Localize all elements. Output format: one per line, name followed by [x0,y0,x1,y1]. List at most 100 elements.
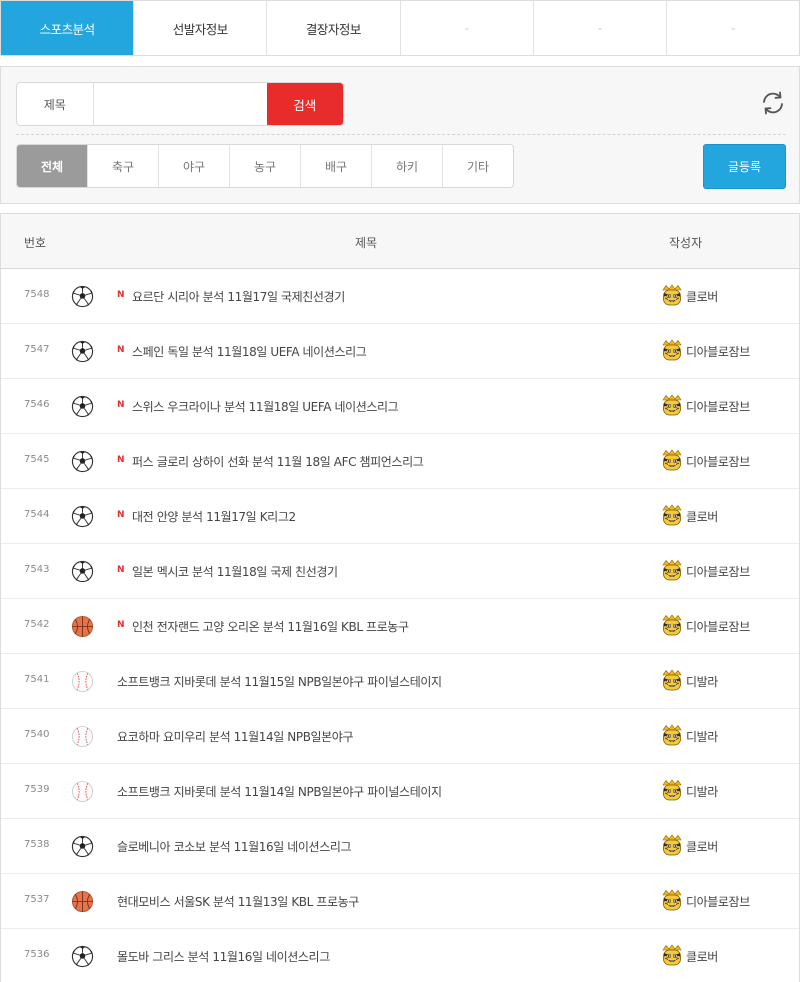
column-header-author: 작성자 [669,236,703,250]
author-avatar-icon [660,449,684,473]
post-title-link[interactable]: 스페인 독일 분석 11월18일 UEFA 네이션스리그 [132,343,367,360]
new-badge: N [117,620,125,630]
post-title-link[interactable]: 인천 전자랜드 고양 오리온 분석 11월16일 KBL 프로농구 [132,618,409,635]
post-author[interactable]: 디아블로잠브 [686,563,750,580]
category-other[interactable]: 기타 [443,145,513,187]
table-row[interactable]: 7537 현대모비스 서울SK 분석 11월13일 KBL 프로농구 디아블로잠브 [1,874,799,929]
post-title-link[interactable]: 요르단 시리아 분석 11월17일 국제친선경기 [132,288,345,305]
search-input[interactable] [93,83,267,125]
post-author[interactable]: 디아블로잠브 [686,893,750,910]
post-title-link[interactable]: 대전 안양 분석 11월17일 K리그2 [132,508,296,525]
category-all[interactable]: 전체 [17,145,88,187]
table-row[interactable]: 7541 소프트뱅크 지바롯데 분석 11월15일 NPB일본야구 파이널스테이지… [1,654,799,709]
soccer-ball-icon [71,835,94,858]
category-baseball[interactable]: 야구 [159,145,230,187]
table-row[interactable]: 7545 N 퍼스 글로리 상하이 선화 분석 11월 18일 AFC 챔피언스리그… [1,434,799,489]
search-panel: 제목 검색 전체 축구 야구 농구 배구 하키 기타 글등록 [0,66,800,204]
soccer-ball-icon [71,505,94,528]
table-row[interactable]: 7539 소프트뱅크 지바롯데 분석 11월14일 NPB일본야구 파이널스테이지… [1,764,799,819]
table-row[interactable]: 7544 N 대전 안양 분석 11월17일 K리그2 클로버 [1,489,799,544]
soccer-ball-icon [71,450,94,473]
basketball-ball-icon [71,890,94,913]
post-author[interactable]: 클로버 [686,288,718,305]
divider [16,134,786,135]
author-avatar-icon [660,889,684,913]
category-volleyball[interactable]: 배구 [301,145,372,187]
post-title-link[interactable]: 소프트뱅크 지바롯데 분석 11월14일 NPB일본야구 파이널스테이지 [117,783,442,800]
author-avatar-icon [660,614,684,638]
post-number: 7546 [24,399,50,410]
post-author[interactable]: 디발라 [686,673,718,690]
column-header-title: 제목 [355,236,378,250]
post-title-link[interactable]: 슬로베니아 코소보 분석 11월16일 네이션스리그 [117,838,352,855]
table-row[interactable]: 7543 N 일본 멕시코 분석 11월18일 국제 친선경기 디아블로잠브 [1,544,799,599]
post-title-link[interactable]: 퍼스 글로리 상하이 선화 분석 11월 18일 AFC 챔피언스리그 [132,453,424,470]
post-number: 7539 [24,784,50,795]
author-avatar-icon [660,394,684,418]
post-title-link[interactable]: 몰도바 그리스 분석 11월16일 네이션스리그 [117,948,330,965]
tab-sports-analysis[interactable]: 스포츠분석 [1,1,135,55]
post-author[interactable]: 디아블로잠브 [686,618,750,635]
post-author[interactable]: 디발라 [686,783,718,800]
table-row[interactable]: 7546 N 스위스 우크라이나 분석 11월18일 UEFA 네이션스리그 디아블로… [1,379,799,434]
new-badge: N [117,565,125,575]
post-list-header: 번호 제목 작성자 [1,214,799,269]
post-number: 7547 [24,344,50,355]
soccer-ball-icon [71,285,94,308]
post-title-link[interactable]: 요코하마 요미우리 분석 11월14일 NPB일본야구 [117,728,353,745]
table-row[interactable]: 7538 슬로베니아 코소보 분석 11월16일 네이션스리그 클로버 [1,819,799,874]
table-row[interactable]: 7542 N 인천 전자랜드 고양 오리온 분석 11월16일 KBL 프로농구 디아… [1,599,799,654]
post-list: 번호 제목 작성자 7548 N 요르단 시리아 분석 11월17일 국제친선경기 클… [0,213,800,982]
basketball-ball-icon [71,615,94,638]
soccer-ball-icon [71,340,94,363]
author-avatar-icon [660,779,684,803]
tab-empty-1[interactable]: - [401,1,534,55]
tab-label: - [464,21,469,35]
refresh-button[interactable] [759,89,787,117]
author-avatar-icon [660,339,684,363]
tab-starting-lineup[interactable]: 선발자정보 [134,1,268,55]
post-title-link[interactable]: 소프트뱅크 지바롯데 분석 11월15일 NPB일본야구 파이널스테이지 [117,673,442,690]
table-row[interactable]: 7540 요코하마 요미우리 분석 11월14일 NPB일본야구 디발라 [1,709,799,764]
post-title-link[interactable]: 현대모비스 서울SK 분석 11월13일 KBL 프로농구 [117,893,359,910]
post-title-link[interactable]: 스위스 우크라이나 분석 11월18일 UEFA 네이션스리그 [132,398,399,415]
post-number: 7536 [24,949,50,960]
post-author[interactable]: 디발라 [686,728,718,745]
post-author[interactable]: 클로버 [686,948,718,965]
table-row[interactable]: 7548 N 요르단 시리아 분석 11월17일 국제친선경기 클로버 [1,269,799,324]
tab-empty-2[interactable]: - [534,1,667,55]
baseball-ball-icon [71,780,94,803]
search-field-label: 제목 [17,83,94,125]
soccer-ball-icon [71,945,94,968]
post-number: 7545 [24,454,50,465]
tab-label: 스포츠분석 [39,21,96,37]
tab-label: 선발자정보 [172,21,229,37]
category-hockey[interactable]: 하키 [372,145,443,187]
column-header-number: 번호 [24,236,47,250]
post-title-link[interactable]: 일본 멕시코 분석 11월18일 국제 친선경기 [132,563,338,580]
new-badge: N [117,510,125,520]
category-basketball[interactable]: 농구 [230,145,301,187]
soccer-ball-icon [71,395,94,418]
author-avatar-icon [660,504,684,528]
author-avatar-icon [660,284,684,308]
post-author[interactable]: 클로버 [686,838,718,855]
tab-injury-info[interactable]: 결장자정보 [267,1,401,55]
soccer-ball-icon [71,560,94,583]
baseball-ball-icon [71,725,94,748]
new-badge: N [117,455,125,465]
post-number: 7540 [24,729,50,740]
tab-empty-3[interactable]: - [667,1,799,55]
table-row[interactable]: 7547 N 스페인 독일 분석 11월18일 UEFA 네이션스리그 디아블로잠브 [1,324,799,379]
post-number: 7544 [24,509,50,520]
author-avatar-icon [660,559,684,583]
post-author[interactable]: 디아블로잠브 [686,398,750,415]
post-author[interactable]: 디아블로잠브 [686,453,750,470]
category-soccer[interactable]: 축구 [88,145,159,187]
search-button[interactable]: 검색 [266,83,343,125]
post-author[interactable]: 디아블로잠브 [686,343,750,360]
baseball-ball-icon [71,670,94,693]
post-author[interactable]: 클로버 [686,508,718,525]
table-row[interactable]: 7536 몰도바 그리스 분석 11월16일 네이션스리그 클로버 [1,929,799,982]
write-post-button[interactable]: 글등록 [703,144,786,189]
